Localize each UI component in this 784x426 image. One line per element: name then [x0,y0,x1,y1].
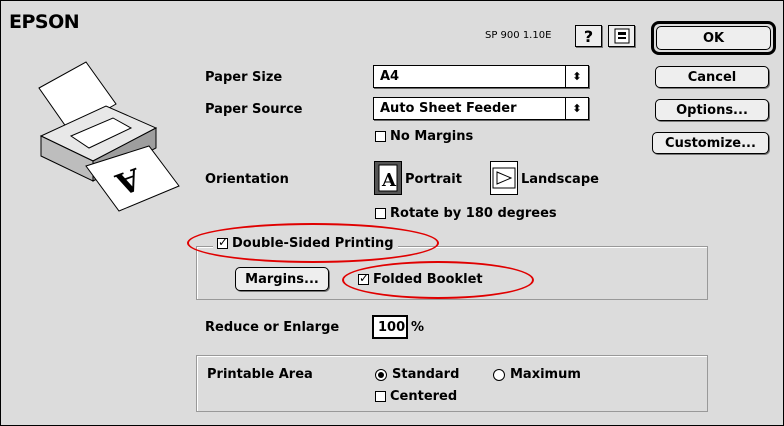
folded-booklet-label: Folded Booklet [373,272,483,287]
checkbox-box [375,131,386,142]
paper-source-label: Paper Source [205,102,303,117]
margins-button[interactable]: Margins... [235,267,329,291]
updown-arrow-icon: ⬍ [565,98,588,119]
help-icon: ? [583,26,594,46]
rotate-180-checkbox[interactable]: Rotate by 180 degrees [375,206,557,221]
svg-text:A: A [381,170,397,191]
epson-logo: EPSON [9,11,80,33]
checkbox-box [375,391,386,402]
radio-dot [375,368,387,381]
portrait-icon[interactable]: A [374,161,402,195]
options-button[interactable]: Options... [655,99,769,121]
version-label: SP 900 1.10E [485,30,552,41]
standard-label: Standard [392,367,460,382]
centered-checkbox[interactable]: Centered [375,389,457,404]
no-margins-label: No Margins [390,129,474,144]
standard-radio[interactable]: Standard [375,367,459,382]
help-button[interactable]: ? [575,25,602,47]
cancel-button[interactable]: Cancel [655,66,769,88]
paper-size-label: Paper Size [205,70,283,85]
checkbox-box [217,235,228,249]
maximum-label: Maximum [510,367,581,382]
customize-button[interactable]: Customize... [652,132,769,154]
utility-button[interactable] [608,25,635,47]
landscape-label[interactable]: Landscape [521,172,599,187]
centered-label: Centered [390,389,458,404]
ok-button[interactable]: OK [651,21,776,55]
percent-label: % [411,320,425,335]
ok-button-label: OK [656,26,771,50]
radio-dot [493,368,505,381]
page-setup-dialog: EPSON SP 900 1.10E ? OK Cancel Options..… [0,0,784,426]
checkbox-box [375,208,386,219]
paper-size-value: A4 [380,69,400,84]
paper-source-value: Auto Sheet Feeder [380,101,517,116]
printer-illustration: A [38,61,180,212]
checkbox-box [358,271,369,285]
landscape-icon[interactable] [490,161,518,195]
portrait-label[interactable]: Portrait [405,172,462,187]
double-sided-checkbox[interactable]: Double-Sided Printing [213,235,398,251]
printer-tool-icon [614,28,629,44]
double-sided-label: Double-Sided Printing [232,236,394,251]
paper-source-popup[interactable]: Auto Sheet Feeder ⬍ [373,97,589,120]
reduce-enlarge-input[interactable]: 100 [372,315,408,339]
updown-arrow-icon: ⬍ [565,66,588,87]
printable-area-label: Printable Area [207,367,313,382]
rotate-180-label: Rotate by 180 degrees [390,206,557,221]
folded-booklet-checkbox[interactable]: Folded Booklet [358,271,483,287]
paper-size-popup[interactable]: A4 ⬍ [373,65,589,88]
reduce-enlarge-label: Reduce or Enlarge [205,320,340,335]
no-margins-checkbox[interactable]: No Margins [375,129,473,144]
maximum-radio[interactable]: Maximum [493,367,581,382]
orientation-label: Orientation [205,172,289,187]
